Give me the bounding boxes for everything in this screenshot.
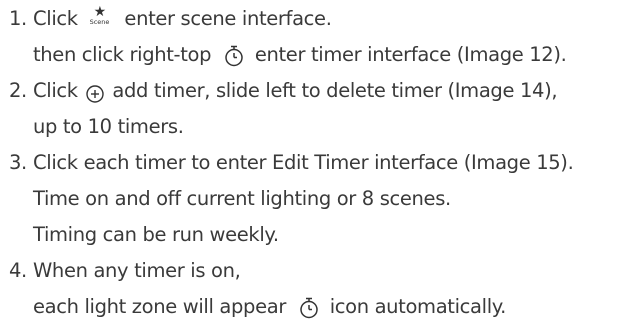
instruction-1-text-b: enter scene interface. [118,7,332,30]
instruction-4-number: 4. [9,259,27,282]
instruction-1-line-2-text-b: enter timer interface (Image 12). [249,43,567,66]
instruction-2-text-b: add timer, slide left to delete timer (I… [106,79,558,102]
instruction-2-text-a: Click [33,79,84,102]
instruction-3-number: 3. [9,151,27,174]
instruction-list: 1. Click ★ Scene enter scene interface. t… [0,0,638,327]
instruction-4-line-2-text-a: each light zone will appear [33,295,292,318]
instruction-1-line-2-text-a: then click right-top [33,43,217,66]
timer-icon [223,43,245,66]
scene-icon-label: Scene [89,17,110,26]
instruction-3-text: Click each timer to enter Edit Timer int… [33,151,574,174]
instruction-3-line-3-text: Timing can be run weekly. [33,223,279,246]
instruction-4-text: When any timer is on, [33,259,241,282]
scene-star-icon: ★ Scene [89,3,110,26]
timer-icon [298,295,320,318]
instruction-4-line-2-text-b: icon automatically. [323,295,507,318]
plus-circle-icon [85,80,105,103]
instruction-2-number: 2. [9,79,27,102]
instruction-1-number: 1. [9,7,27,30]
instruction-2-line-2-text: up to 10 timers. [33,115,184,138]
instruction-1-text-a: Click [33,7,84,30]
instruction-3-line-2-text: Time on and off current lighting or 8 sc… [33,187,451,210]
